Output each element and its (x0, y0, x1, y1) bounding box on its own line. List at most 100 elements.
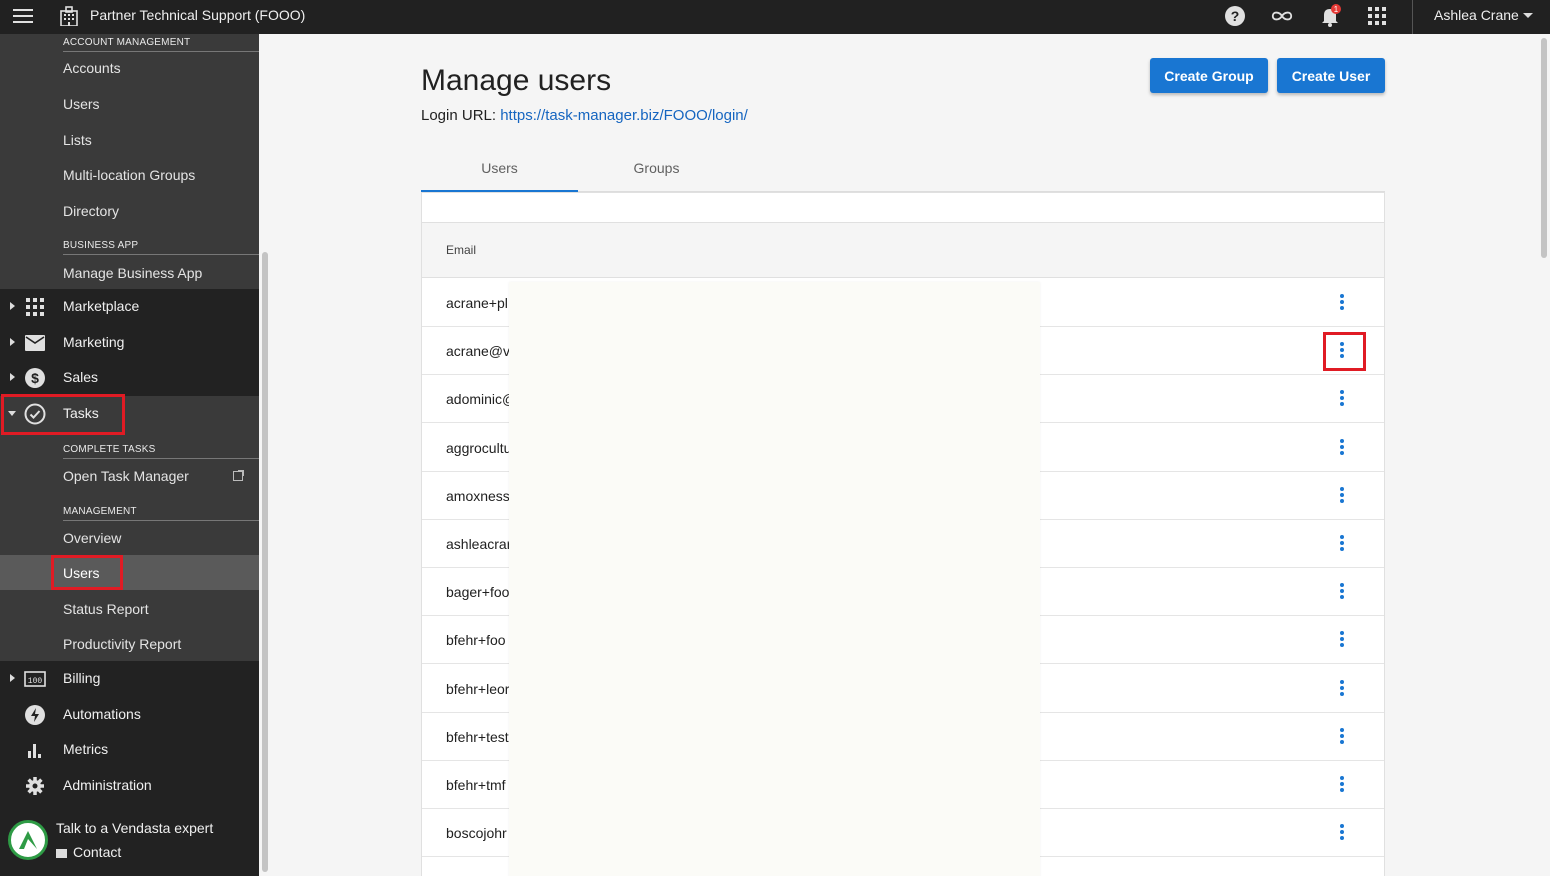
vendasta-logo-icon (8, 820, 48, 860)
sidebar-item-status-report[interactable]: Status Report (63, 601, 149, 617)
more-vert-icon[interactable] (1332, 678, 1352, 700)
login-url-line: Login URL: https://task-manager.biz/FOOO… (421, 107, 748, 124)
sidebar: ACCOUNT MANAGEMENT Accounts Users Lists … (0, 34, 259, 876)
tab-groups[interactable]: Groups (578, 152, 735, 192)
app-title: Partner Technical Support (FOOO) (90, 7, 306, 23)
check-circle-icon (24, 403, 46, 425)
sidebar-item-tasks-users[interactable]: Users (63, 565, 100, 581)
email-cell: amoxness (446, 487, 510, 504)
email-cell: adominic@ (446, 391, 517, 408)
mail-icon (24, 332, 46, 354)
top-bar: Partner Technical Support (FOOO) ? 1 Ash… (0, 0, 1550, 34)
email-cell: bfehr+foo (446, 632, 506, 649)
building-icon (60, 6, 78, 27)
sidebar-item-label: Sales (63, 369, 99, 385)
menu-icon[interactable] (13, 9, 33, 25)
sidebar-item-tasks[interactable]: Tasks (0, 396, 259, 431)
more-vert-icon[interactable] (1332, 822, 1352, 844)
grid-icon (24, 296, 46, 318)
sidebar-item-billing[interactable]: 100 Billing (0, 661, 259, 696)
table-toolbar (422, 193, 1384, 223)
sidebar-scrollbar[interactable] (259, 34, 271, 876)
bell-icon[interactable]: 1 (1318, 4, 1342, 28)
dollar-icon: $ (24, 367, 46, 389)
email-cell: aggrocultu (446, 439, 512, 456)
more-vert-icon[interactable] (1332, 388, 1352, 410)
redacted-region (509, 282, 1040, 876)
billing-icon: 100 (24, 668, 46, 690)
bar-chart-icon (24, 739, 46, 761)
sidebar-item-label: Administration (63, 777, 152, 793)
page-scrollbar[interactable] (1538, 34, 1550, 876)
more-vert-icon[interactable] (1332, 437, 1352, 459)
infinity-icon[interactable] (1270, 4, 1294, 28)
login-url-link[interactable]: https://task-manager.biz/FOOO/login/ (500, 107, 748, 124)
more-vert-icon[interactable] (1332, 629, 1352, 651)
svg-text:100: 100 (28, 677, 43, 686)
more-vert-icon[interactable] (1332, 485, 1352, 507)
sidebar-item-accounts[interactable]: Accounts (63, 60, 121, 76)
gear-icon (24, 775, 46, 797)
sidebar-item-overview[interactable]: Overview (63, 530, 121, 546)
sidebar-item-metrics[interactable]: Metrics (0, 732, 259, 767)
sidebar-footer: Talk to a Vendasta expert Contact (0, 804, 259, 876)
more-vert-icon[interactable] (1332, 581, 1352, 603)
sidebar-item-administration[interactable]: Administration (0, 768, 259, 803)
talk-to-expert-link[interactable]: Talk to a Vendasta expert (56, 820, 213, 836)
email-cell: ashleacrar (446, 536, 512, 552)
table-header: Email (422, 223, 1384, 278)
create-user-button[interactable]: Create User (1277, 58, 1385, 93)
sidebar-item-productivity-report[interactable]: Productivity Report (63, 636, 181, 652)
email-cell: boscojohr (446, 825, 507, 842)
more-vert-icon[interactable] (1332, 774, 1352, 796)
section-complete-tasks: COMPLETE TASKS (63, 444, 259, 459)
sidebar-item-automations[interactable]: Automations (0, 697, 259, 732)
email-cell: acrane@v (446, 343, 511, 360)
page-scrollbar-thumb[interactable] (1541, 38, 1547, 258)
expand-arrow-icon (10, 302, 15, 310)
email-cell: bfehr+tmf (446, 777, 506, 793)
sidebar-item-lists[interactable]: Lists (63, 132, 92, 148)
apps-grid-icon[interactable] (1365, 4, 1389, 28)
sidebar-item-users[interactable]: Users (63, 96, 100, 112)
email-cell: bager+foo (446, 584, 510, 601)
expand-arrow-icon (10, 338, 15, 346)
more-vert-icon[interactable] (1332, 292, 1352, 314)
sidebar-item-open-task-manager[interactable]: Open Task Manager (63, 468, 189, 484)
more-vert-icon[interactable] (1332, 533, 1352, 555)
sidebar-item-label: Tasks (63, 405, 99, 421)
tabs: Users Groups (421, 152, 1385, 192)
email-cell: bfehr+leor (446, 680, 510, 697)
expand-arrow-icon (10, 674, 15, 682)
sidebar-item-label: Metrics (63, 741, 109, 757)
sidebar-item-marketplace[interactable]: Marketplace (0, 289, 259, 324)
more-vert-icon[interactable] (1332, 726, 1352, 748)
sidebar-item-label: Marketing (63, 334, 125, 350)
sidebar-item-sales[interactable]: $ Sales (0, 360, 259, 395)
section-account-management: ACCOUNT MANAGEMENT (63, 37, 259, 52)
sidebar-item-marketing[interactable]: Marketing (0, 325, 259, 360)
create-group-button[interactable]: Create Group (1150, 58, 1268, 93)
sidebar-item-directory[interactable]: Directory (63, 203, 119, 219)
sidebar-item-multi-location-groups[interactable]: Multi-location Groups (63, 167, 195, 183)
help-icon[interactable]: ? (1223, 4, 1247, 28)
bolt-icon (24, 704, 46, 726)
topbar-divider (1412, 0, 1413, 34)
sidebar-scrollbar-thumb[interactable] (262, 252, 268, 872)
svg-text:$: $ (31, 370, 39, 386)
tab-users[interactable]: Users (421, 152, 578, 192)
chat-icon (56, 848, 67, 858)
main-content: Manage users Login URL: https://task-man… (271, 34, 1538, 876)
external-link-icon[interactable] (233, 470, 244, 481)
user-menu[interactable]: Ashlea Crane (1434, 7, 1519, 23)
column-header-email[interactable]: Email (446, 243, 476, 257)
sidebar-item-manage-business-app[interactable]: Manage Business App (63, 265, 202, 281)
notification-badge: 1 (1334, 5, 1339, 14)
collapse-arrow-icon (8, 411, 16, 416)
section-business-app: BUSINESS APP (63, 240, 259, 255)
caret-down-icon[interactable] (1523, 13, 1533, 18)
more-vert-icon[interactable] (1332, 340, 1352, 362)
email-cell: acrane+pl (446, 295, 508, 311)
contact-link[interactable]: Contact (56, 844, 121, 860)
login-url-label: Login URL: (421, 107, 497, 124)
